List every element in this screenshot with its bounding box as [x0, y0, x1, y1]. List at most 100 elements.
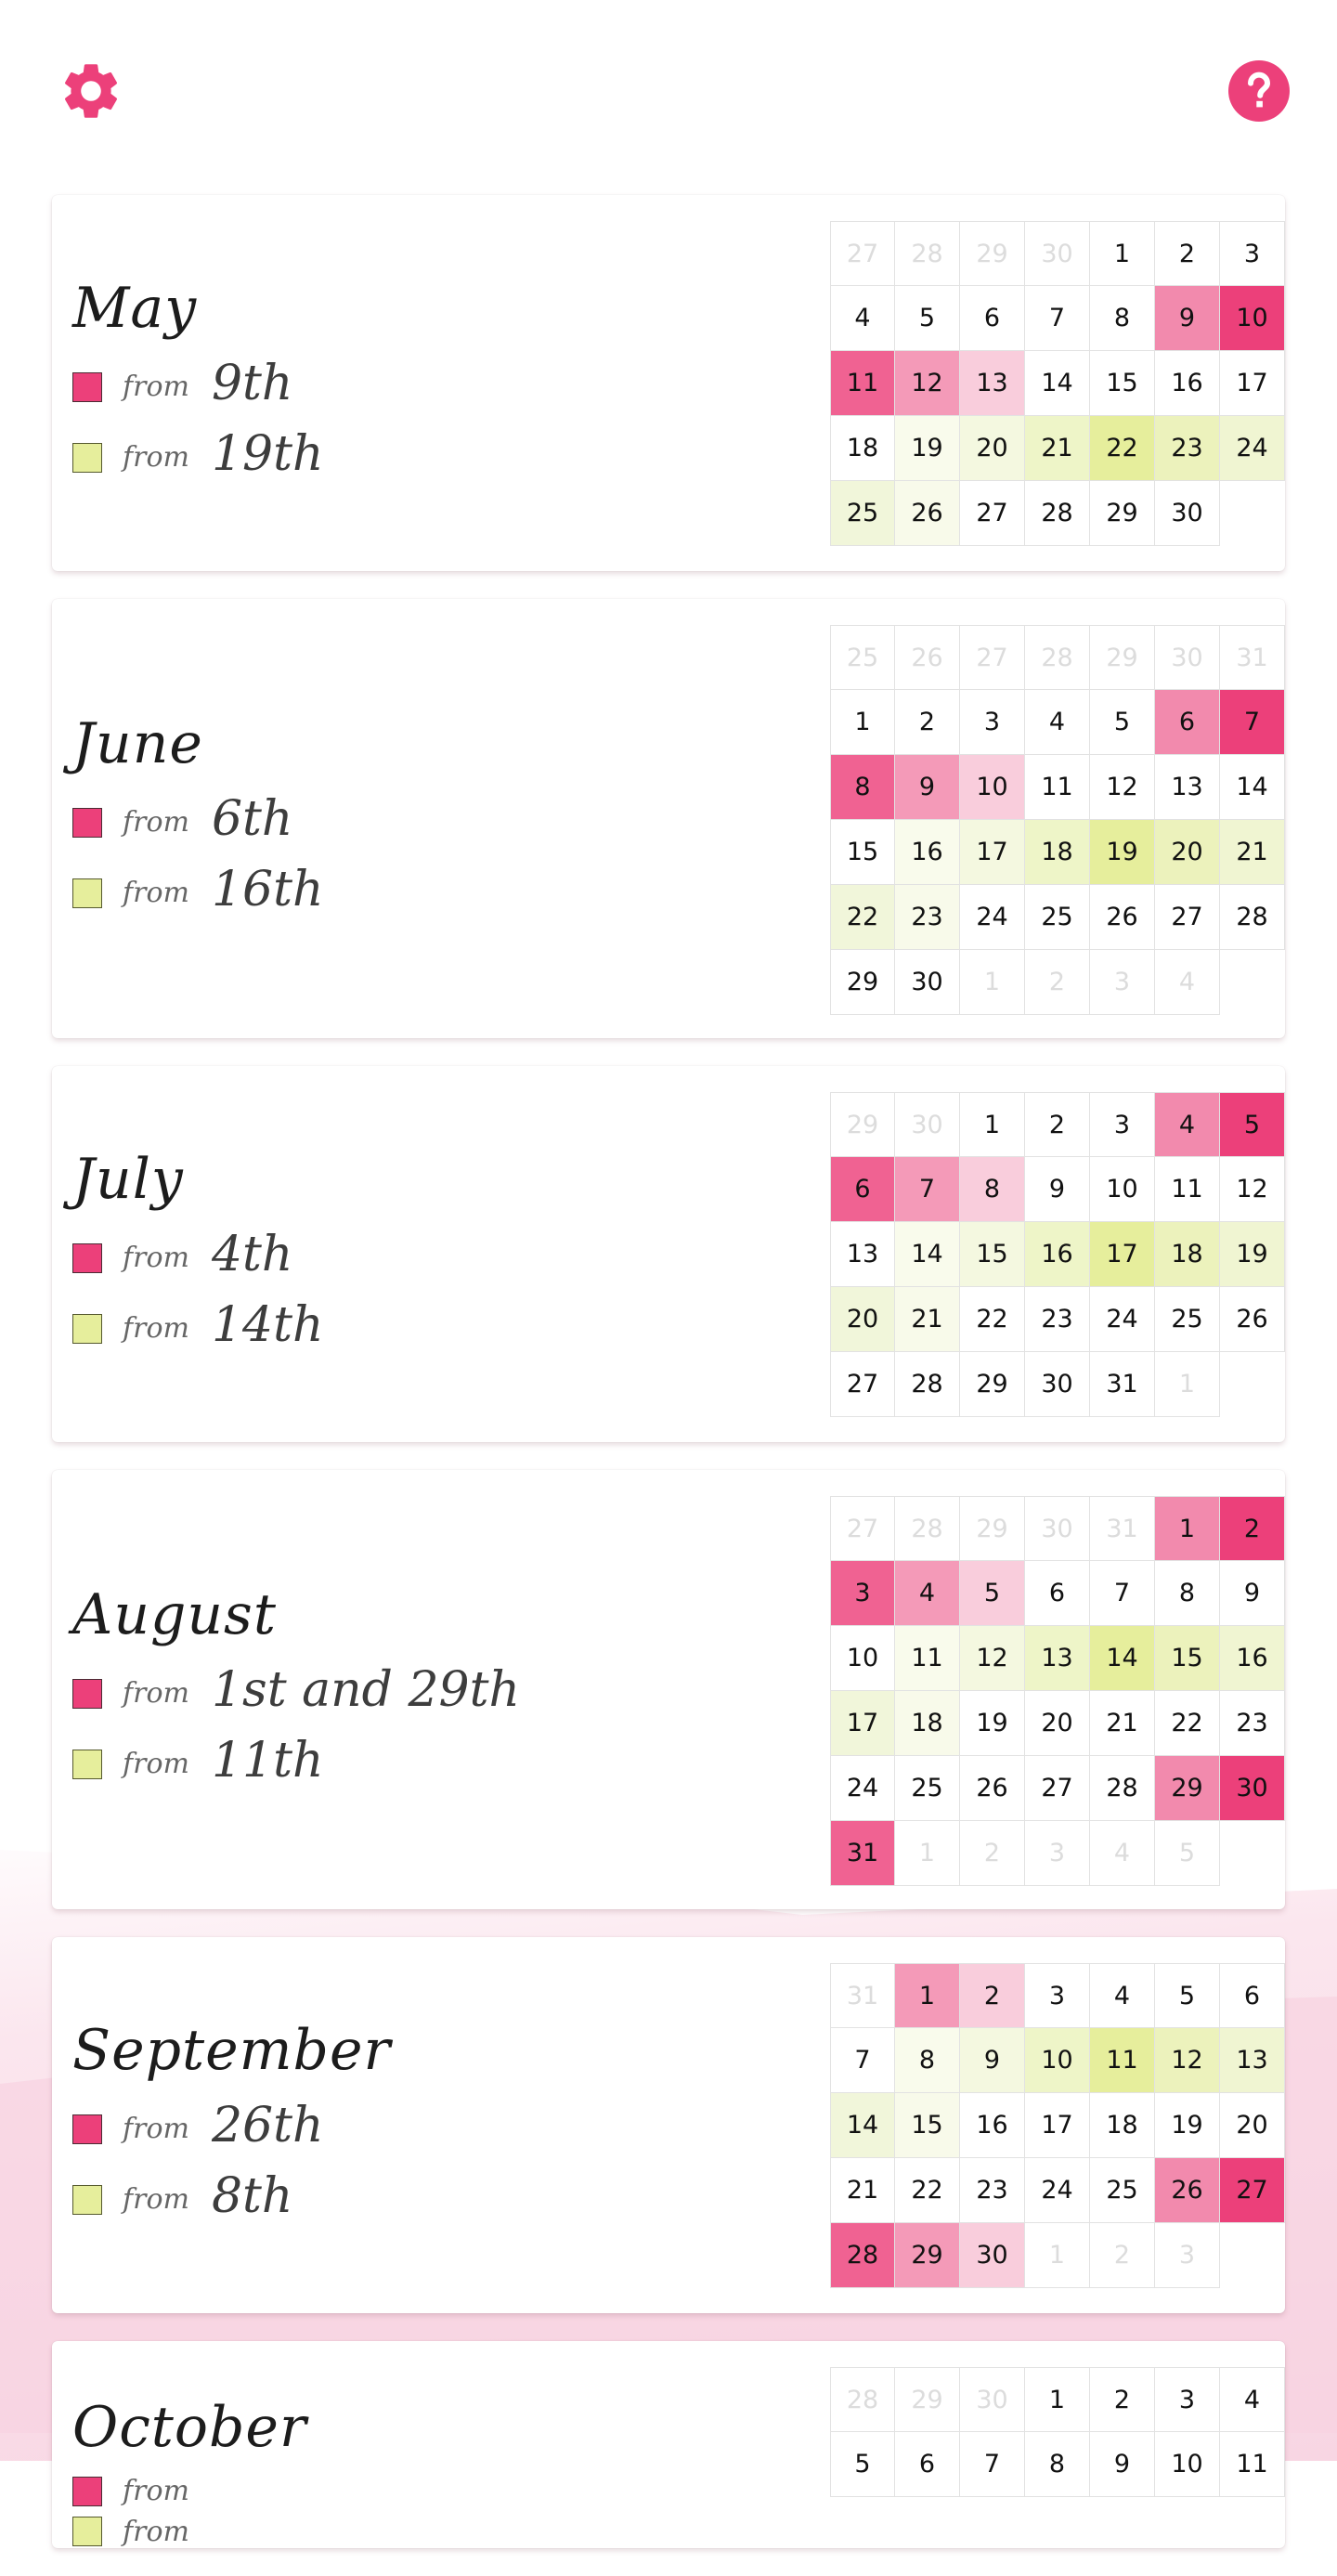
- calendar-day[interactable]: 14: [1025, 351, 1090, 416]
- month-card-june[interactable]: June from 6th from 16th 25 26 27 28 29 30 31 1 2…: [52, 599, 1285, 1038]
- calendar-day[interactable]: 23: [960, 2158, 1025, 2223]
- calendar-day-other-month[interactable]: 28: [895, 221, 960, 286]
- calendar-day[interactable]: 14: [1220, 755, 1285, 820]
- calendar-day[interactable]: 26: [1220, 1287, 1285, 1352]
- calendar-day[interactable]: 30: [1155, 481, 1220, 546]
- calendar-day[interactable]: 4: [1090, 1963, 1155, 2028]
- calendar-day[interactable]: 17: [1220, 351, 1285, 416]
- calendar-day[interactable]: 1: [960, 1092, 1025, 1157]
- calendar-day[interactable]: 13: [1155, 755, 1220, 820]
- calendar-day[interactable]: 4: [895, 1561, 960, 1626]
- calendar-day[interactable]: 5: [830, 2432, 895, 2497]
- month-card-august[interactable]: August from 1st and 29th from 11th 27 28 2…: [52, 1470, 1285, 1909]
- calendar-day[interactable]: 4: [830, 286, 895, 351]
- calendar-day[interactable]: 12: [1220, 1157, 1285, 1222]
- calendar-day[interactable]: 9: [960, 2028, 1025, 2093]
- calendar-day[interactable]: 3: [830, 1561, 895, 1626]
- calendar-day[interactable]: 18: [1155, 1222, 1220, 1287]
- calendar-day[interactable]: 6: [960, 286, 1025, 351]
- calendar-day[interactable]: 30: [960, 2223, 1025, 2288]
- calendar-day[interactable]: 25: [895, 1756, 960, 1821]
- calendar-day[interactable]: 8: [1155, 1561, 1220, 1626]
- settings-button[interactable]: [58, 58, 124, 124]
- calendar-day[interactable]: 5: [1090, 690, 1155, 755]
- calendar-day[interactable]: 6: [1220, 1963, 1285, 2028]
- calendar-day[interactable]: 5: [1220, 1092, 1285, 1157]
- calendar-day[interactable]: 22: [895, 2158, 960, 2223]
- calendar-day[interactable]: 19: [960, 1691, 1025, 1756]
- calendar-day[interactable]: 24: [830, 1756, 895, 1821]
- calendar-day[interactable]: 28: [895, 1352, 960, 1417]
- calendar-day-other-month[interactable]: 30: [960, 2367, 1025, 2432]
- calendar-day[interactable]: 1: [830, 690, 895, 755]
- calendar-day[interactable]: 22: [960, 1287, 1025, 1352]
- calendar-day[interactable]: 16: [960, 2093, 1025, 2158]
- calendar-day-other-month[interactable]: 2: [960, 1821, 1025, 1886]
- calendar-day[interactable]: 30: [1025, 1352, 1090, 1417]
- calendar-day[interactable]: 19: [1220, 1222, 1285, 1287]
- calendar-day[interactable]: 2: [960, 1963, 1025, 2028]
- calendar-day[interactable]: 29: [830, 950, 895, 1015]
- calendar-day[interactable]: 14: [895, 1222, 960, 1287]
- calendar-day-other-month[interactable]: 3: [1155, 2223, 1220, 2288]
- calendar-day[interactable]: 25: [1090, 2158, 1155, 2223]
- calendar-day-other-month[interactable]: 30: [1025, 221, 1090, 286]
- calendar-day[interactable]: 26: [960, 1756, 1025, 1821]
- calendar-day-other-month[interactable]: 5: [1155, 1821, 1220, 1886]
- calendar-day[interactable]: 16: [1025, 1222, 1090, 1287]
- calendar-day[interactable]: 4: [1220, 2367, 1285, 2432]
- calendar-day-other-month[interactable]: 31: [830, 1963, 895, 2028]
- calendar-day[interactable]: 10: [1025, 2028, 1090, 2093]
- calendar-day[interactable]: 1: [1155, 1496, 1220, 1561]
- calendar-day[interactable]: 2: [1220, 1496, 1285, 1561]
- calendar-day[interactable]: 30: [1220, 1756, 1285, 1821]
- calendar-day[interactable]: 3: [1155, 2367, 1220, 2432]
- calendar-day-other-month[interactable]: 29: [960, 1496, 1025, 1561]
- calendar-day[interactable]: 27: [830, 1352, 895, 1417]
- calendar-day[interactable]: 16: [895, 820, 960, 885]
- calendar-day-other-month[interactable]: 30: [895, 1092, 960, 1157]
- calendar-day[interactable]: 11: [830, 351, 895, 416]
- month-card-july[interactable]: July from 4th from 14th 29 30 1 2 3 4 5 6 7 8 9 10 1…: [52, 1066, 1285, 1442]
- calendar-day[interactable]: 29: [895, 2223, 960, 2288]
- calendar-day[interactable]: 10: [1090, 1157, 1155, 1222]
- calendar-day[interactable]: 22: [1090, 416, 1155, 481]
- calendar-day[interactable]: 19: [1155, 2093, 1220, 2158]
- calendar-day[interactable]: 6: [1155, 690, 1220, 755]
- calendar-day-other-month[interactable]: 4: [1155, 950, 1220, 1015]
- calendar-day[interactable]: 17: [1025, 2093, 1090, 2158]
- calendar-day[interactable]: 25: [1025, 885, 1090, 950]
- calendar-day[interactable]: 23: [1155, 416, 1220, 481]
- calendar-day[interactable]: 23: [1220, 1691, 1285, 1756]
- calendar-day-other-month[interactable]: 27: [830, 1496, 895, 1561]
- calendar-day[interactable]: 17: [1090, 1222, 1155, 1287]
- calendar-day[interactable]: 7: [830, 2028, 895, 2093]
- calendar-day[interactable]: 13: [1220, 2028, 1285, 2093]
- calendar-day-other-month[interactable]: 27: [830, 221, 895, 286]
- calendar-day[interactable]: 9: [895, 755, 960, 820]
- calendar-day[interactable]: 21: [1090, 1691, 1155, 1756]
- calendar-day-other-month[interactable]: 27: [960, 625, 1025, 690]
- calendar-day[interactable]: 22: [830, 885, 895, 950]
- calendar-day[interactable]: 1: [1025, 2367, 1090, 2432]
- calendar-day-other-month[interactable]: 30: [1025, 1496, 1090, 1561]
- calendar-day[interactable]: 19: [895, 416, 960, 481]
- calendar-day[interactable]: 10: [1155, 2432, 1220, 2497]
- calendar-day[interactable]: 18: [895, 1691, 960, 1756]
- calendar-day[interactable]: 9: [1155, 286, 1220, 351]
- calendar-day-other-month[interactable]: 28: [1025, 625, 1090, 690]
- calendar-day[interactable]: 8: [960, 1157, 1025, 1222]
- calendar-day[interactable]: 7: [1025, 286, 1090, 351]
- calendar-day[interactable]: 15: [960, 1222, 1025, 1287]
- calendar-day-other-month[interactable]: 2: [1090, 2223, 1155, 2288]
- calendar-day[interactable]: 3: [960, 690, 1025, 755]
- calendar-day[interactable]: 15: [830, 820, 895, 885]
- calendar-day[interactable]: 9: [1025, 1157, 1090, 1222]
- calendar-day[interactable]: 13: [1025, 1626, 1090, 1691]
- calendar-day[interactable]: 20: [1220, 2093, 1285, 2158]
- calendar-day[interactable]: 11: [1025, 755, 1090, 820]
- calendar-day-other-month[interactable]: 25: [830, 625, 895, 690]
- calendar-day[interactable]: 15: [1155, 1626, 1220, 1691]
- calendar-day[interactable]: 11: [1220, 2432, 1285, 2497]
- calendar-day-other-month[interactable]: 31: [1220, 625, 1285, 690]
